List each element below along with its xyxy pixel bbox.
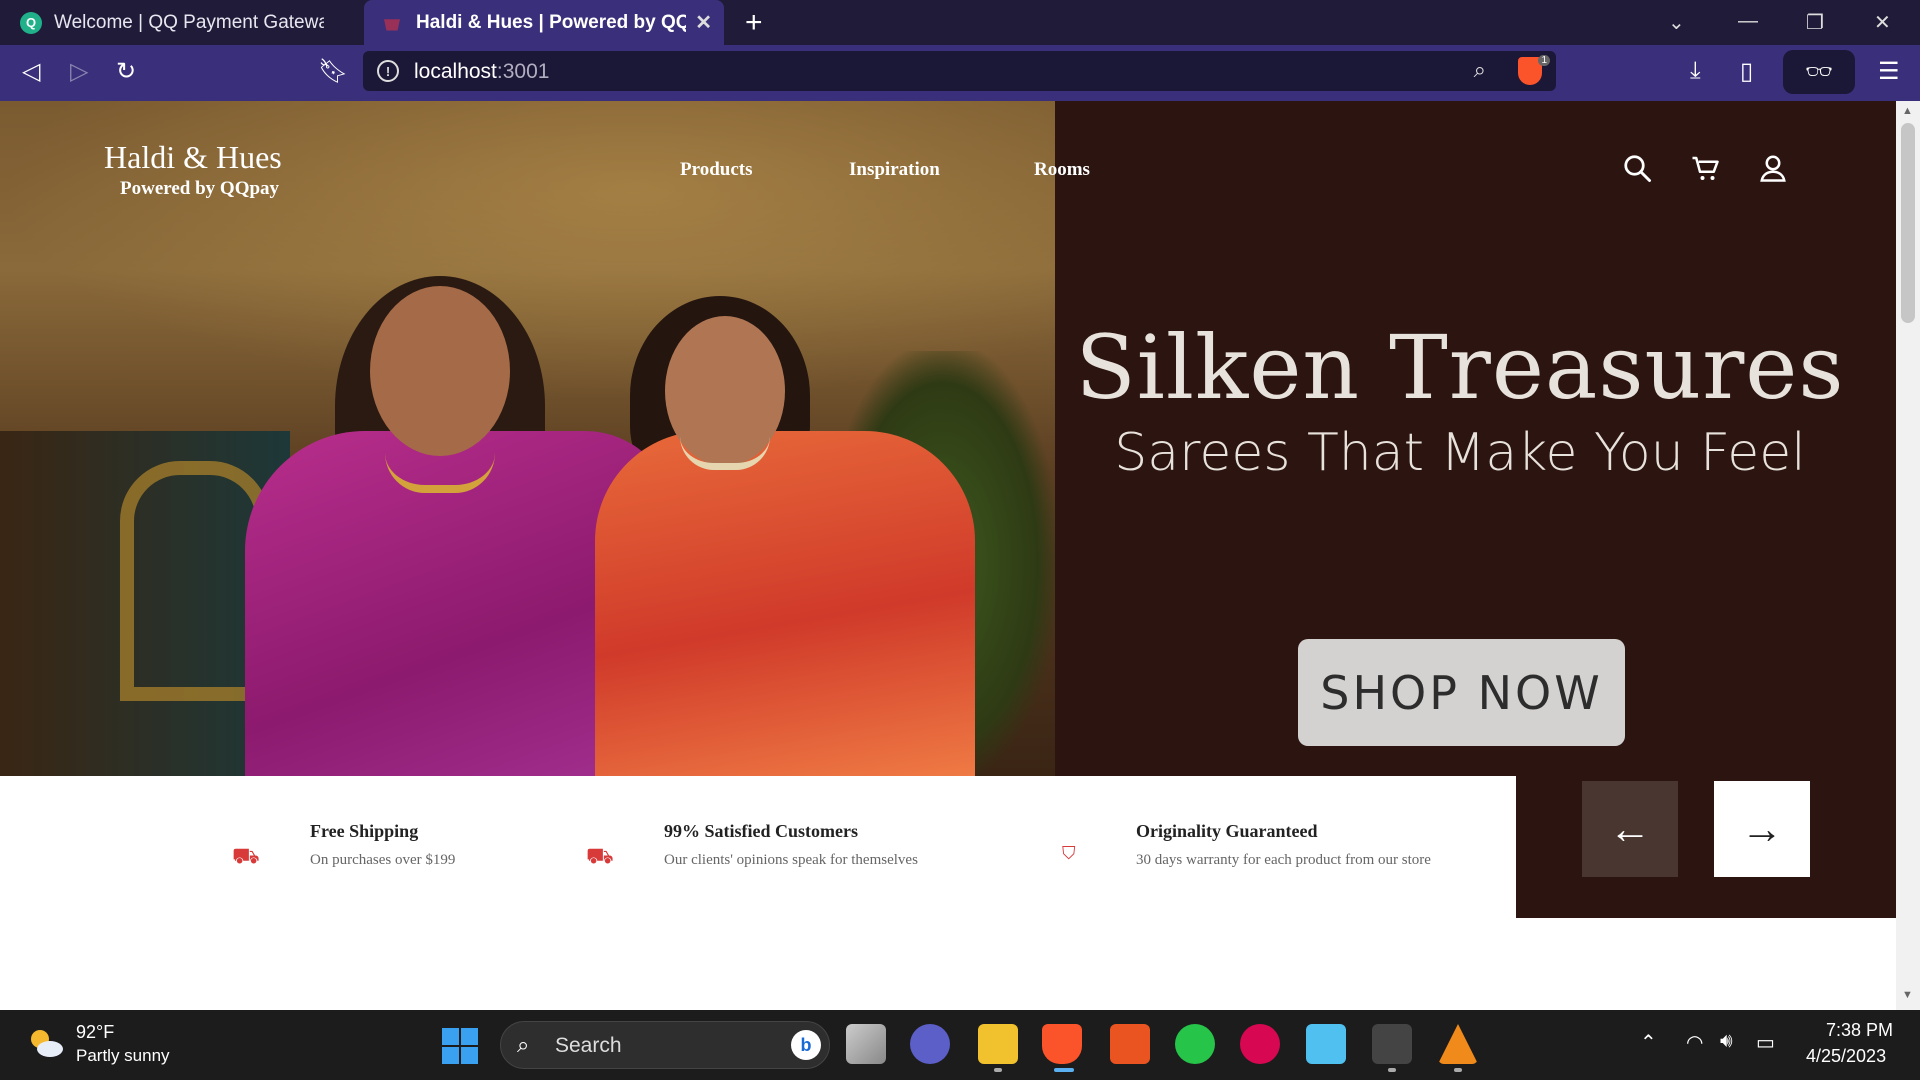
hero-title: Silken Treasures [1075,316,1845,419]
partly-sunny-icon[interactable] [26,1026,64,1060]
new-tab-icon[interactable]: + [745,6,763,40]
clock-time[interactable]: 7:38 PM [1826,1020,1893,1041]
nav-rooms[interactable]: Rooms [1034,159,1090,181]
feature-title: Originality Guaranteed [1136,821,1318,841]
os-taskbar: 92°F Partly sunny ⌕ Search b ⌃ ◠ 🔊︎ ▭ 7:… [0,1010,1920,1080]
reload-icon[interactable]: ↻ [116,57,136,86]
qq-favicon-icon: Q [20,11,42,34]
opensuse-icon[interactable] [1175,1024,1215,1064]
nav-inspiration[interactable]: Inspiration [849,159,940,181]
close-tab-icon[interactable]: ✕ [695,10,712,35]
browser-tab-strip: Q Welcome | QQ Payment Gateway Haldi & H… [0,0,1920,45]
site-info-icon[interactable]: ! [377,60,399,82]
shield-count-badge: 1 [1538,55,1550,66]
feature-desc: 30 days warranty for each product from o… [1136,852,1431,868]
tab-search-chevron-icon[interactable]: ⌄ [1668,10,1685,35]
tab-title: Haldi & Hues | Powered by QQpay [416,11,686,33]
hero-subtitle: Sarees That Make You Feel [1114,423,1806,483]
hero-banner: Haldi & Hues Powered by QQpay Products I… [0,101,1896,776]
feature-desc: Our clients' opinions speak for themselv… [664,852,918,868]
bookmark-icon[interactable]: 🔖︎ [318,57,348,86]
forward-icon[interactable]: ▷ [70,57,88,86]
restore-icon[interactable]: ❐ [1806,10,1824,35]
start-button[interactable] [442,1028,478,1064]
tab-qq-payment-gateway[interactable]: Q Welcome | QQ Payment Gateway [0,0,360,45]
feature-title: 99% Satisfied Customers [664,821,858,841]
address-bar[interactable]: ! localhost:3001 ⌕ 1 [363,51,1556,91]
scroll-up-icon[interactable]: ▲ [1902,105,1913,117]
clock-date[interactable]: 4/25/2023 [1806,1046,1886,1067]
weather-temperature: 92°F [76,1022,115,1042]
page-viewport: Haldi & Hues Powered by QQpay Products I… [0,101,1896,1010]
features-strip [0,776,1516,1010]
battery-icon[interactable]: ▭ [1756,1030,1775,1055]
tab-title: Welcome | QQ Payment Gateway [54,11,324,33]
tab-haldi-hues[interactable]: Haldi & Hues | Powered by QQpay ✕ [364,0,724,45]
search-placeholder: Search [555,1034,622,1057]
debian-icon[interactable] [1240,1024,1280,1064]
weather-description: Partly sunny [76,1046,170,1065]
volume-icon[interactable]: 🔊︎ [1720,1030,1733,1053]
brand-tagline: Powered by QQpay [120,178,280,199]
feature-title: Free Shipping [310,821,419,841]
wifi-icon[interactable]: ◠ [1686,1030,1703,1055]
vlc-icon[interactable] [1438,1024,1478,1064]
url-text: localhost:3001 [414,60,550,83]
browser-toolbar: ◁ ▷ ↻ 🔖︎ ! localhost:3001 ⌕ 1 ⤓ ▯ 👓︎ ☰ [0,45,1920,101]
feature-desc: On purchases over $199 [310,852,456,868]
terminal-preview-icon[interactable] [1372,1024,1412,1064]
carousel-next-button[interactable]: → [1714,781,1810,877]
task-view-icon[interactable] [846,1024,886,1064]
truck-icon: ⛟ [232,843,260,868]
hero-photo [0,101,1055,776]
carousel-controls-bg [1516,776,1896,918]
window-close-icon[interactable]: ✕ [1874,10,1891,35]
search-icon: ⌕ [517,1032,530,1057]
carousel-prev-button[interactable]: ← [1582,781,1678,877]
cart-icon[interactable] [1690,153,1720,183]
site-logo[interactable]: Haldi & Hues Powered by QQpay [104,139,282,200]
teams-chat-icon[interactable] [910,1024,950,1064]
shop-now-button[interactable]: SHOP NOW [1298,639,1625,746]
truck-icon: ⛟ [586,843,614,868]
brave-browser-icon[interactable] [1042,1024,1082,1064]
ubuntu-icon[interactable] [1110,1024,1150,1064]
notepad-icon[interactable] [1306,1024,1346,1064]
sidebar-toggle-icon[interactable]: ▯ [1740,57,1753,86]
file-explorer-icon[interactable] [978,1024,1018,1064]
user-icon[interactable] [1758,153,1788,183]
private-window-icon[interactable]: 👓︎ [1783,50,1855,94]
tray-overflow-icon[interactable]: ⌃ [1640,1030,1657,1055]
nav-products[interactable]: Products [680,159,752,181]
minimize-icon[interactable]: — [1738,10,1758,33]
zoom-icon[interactable]: ⌕ [1474,57,1486,83]
search-icon[interactable] [1622,153,1652,183]
scroll-down-icon[interactable]: ▼ [1902,989,1913,1001]
back-icon[interactable]: ◁ [22,57,40,86]
taskbar-search[interactable]: ⌕ Search b [500,1021,830,1069]
haldi-favicon-icon [384,19,400,31]
download-icon[interactable]: ⤓ [1690,57,1701,85]
menu-icon[interactable]: ☰ [1878,57,1900,86]
model-orange-saree [595,431,975,776]
scroll-thumb[interactable] [1901,123,1915,323]
bing-icon[interactable]: b [791,1030,821,1060]
brand-name: Haldi & Hues [104,139,282,175]
page-scrollbar[interactable]: ▲ ▼ [1896,101,1920,1010]
shield-dollar-icon: ⛉ [1062,843,1076,863]
